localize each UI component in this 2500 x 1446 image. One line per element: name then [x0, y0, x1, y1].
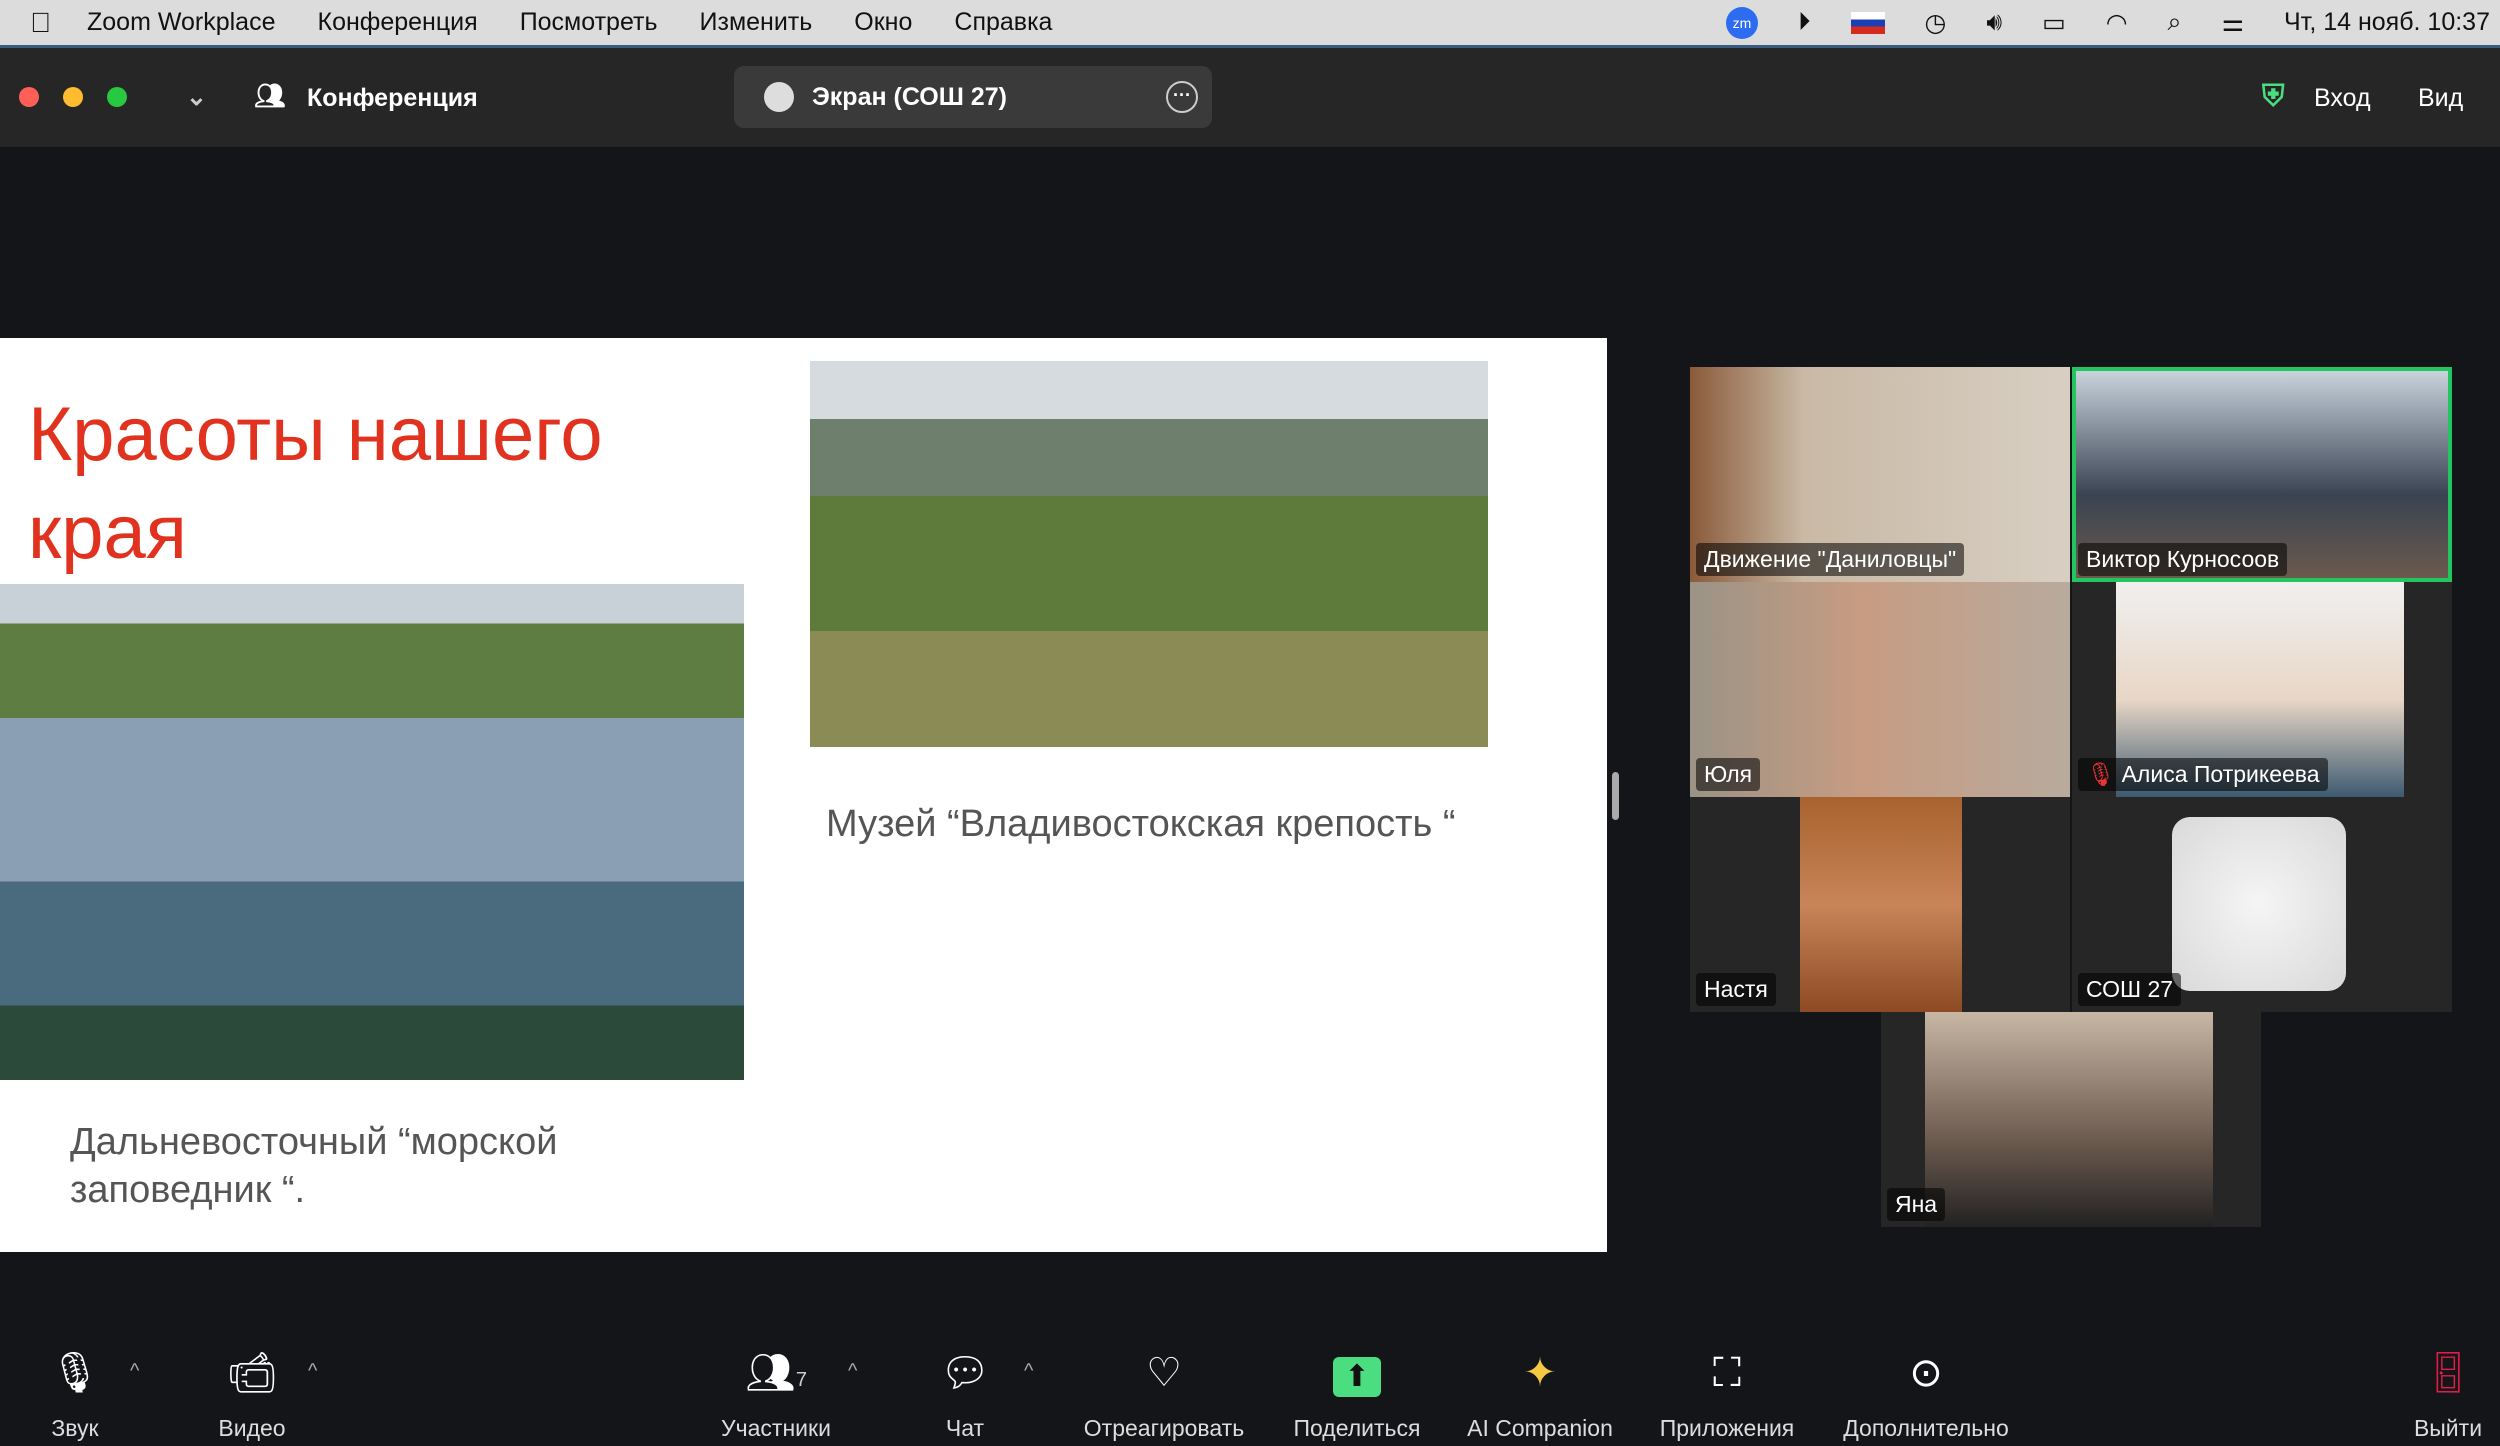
- apple-icon[interactable]: : [30, 7, 51, 39]
- participants-button[interactable]: 👥︎7 Участники: [714, 1345, 838, 1442]
- ai-companion-label: AI Companion: [1467, 1415, 1613, 1441]
- minimize-window-button[interactable]: [63, 87, 83, 107]
- more-icon: ⊙: [1909, 1351, 1943, 1395]
- audio-options-caret[interactable]: ^: [130, 1360, 139, 1383]
- chat-options-caret[interactable]: ^: [1024, 1360, 1033, 1383]
- russian-flag-icon[interactable]: [1850, 11, 1885, 34]
- sea-reserve-photo: [0, 584, 744, 1080]
- menu-view[interactable]: Посмотреть: [520, 8, 658, 37]
- share-label: Поделиться: [1293, 1415, 1421, 1441]
- caption-right: Музей “Владивостокская крепость “: [826, 803, 1456, 845]
- shared-slide: Красоты нашего края Дальневосточный “мор…: [0, 338, 1607, 1252]
- participants-label: Участники: [721, 1415, 831, 1441]
- maximize-window-button[interactable]: [107, 87, 127, 107]
- heart-icon: ♡: [1146, 1351, 1182, 1395]
- login-button[interactable]: Вход: [2314, 84, 2371, 113]
- video-camera-icon: 📹︎: [226, 1351, 278, 1395]
- participant-tile[interactable]: СОШ 27: [2072, 797, 2452, 1012]
- shield-icon: ⛨: [2262, 80, 2285, 113]
- chat-label: Чат: [945, 1415, 985, 1441]
- close-window-button[interactable]: [19, 87, 39, 107]
- chat-icon: 💬︎: [939, 1351, 991, 1395]
- zoom-tray-icon[interactable]: zm: [1725, 6, 1758, 39]
- share-button[interactable]: ⬆ Поделиться: [1284, 1345, 1430, 1442]
- battery-icon[interactable]: ▭: [2042, 8, 2066, 38]
- volume-icon[interactable]: 🔊︎: [1986, 8, 2002, 37]
- more-label: Дополнительно: [1843, 1415, 2009, 1441]
- cat-avatar-icon: [764, 82, 794, 112]
- participants-icon: 👥︎7: [745, 1351, 807, 1395]
- participant-name: Яна: [1887, 1188, 1946, 1221]
- meeting-label[interactable]: Конференция: [307, 84, 478, 113]
- share-screen-icon: ⬆: [1284, 1345, 1430, 1401]
- leave-icon: 🚪︎: [2422, 1351, 2474, 1395]
- sparkle-icon: ✦: [1523, 1351, 1557, 1395]
- participants-options-caret[interactable]: ^: [848, 1360, 857, 1383]
- chevron-down-icon[interactable]: ⌄: [186, 82, 207, 112]
- video-button[interactable]: 📹︎ Видео: [210, 1345, 294, 1442]
- participant-name: 🎙︎ Алиса Потрикеева: [2078, 758, 2328, 791]
- audio-button[interactable]: 🎙︎ Звук: [40, 1345, 110, 1442]
- control-center-icon[interactable]: ⚌: [2222, 8, 2244, 38]
- screen-share-pill[interactable]: Экран (СОШ 27) ···: [734, 66, 1212, 128]
- menu-help[interactable]: Справка: [954, 8, 1052, 37]
- more-options-icon[interactable]: ···: [1166, 81, 1198, 113]
- leave-button[interactable]: 🚪︎ Выйти: [2408, 1345, 2488, 1442]
- view-button[interactable]: Вид: [2418, 84, 2463, 113]
- screen-title: Экран (СОШ 27): [812, 82, 1007, 111]
- search-icon[interactable]: ⌕: [2168, 8, 2182, 37]
- time-machine-icon[interactable]: ◷: [1925, 8, 1947, 38]
- participant-tile[interactable]: Настя: [1690, 797, 2070, 1012]
- audio-label: Звук: [51, 1415, 99, 1441]
- participant-tile-active[interactable]: Виктор Курносоов: [2072, 367, 2452, 582]
- menu-app[interactable]: Zoom Workplace: [87, 8, 276, 37]
- participant-tile[interactable]: Движение "Даниловцы": [1690, 367, 2070, 582]
- menu-bar:  Zoom Workplace Конференция Посмотреть …: [0, 0, 2500, 48]
- apps-button[interactable]: ⛶ Приложения: [1652, 1345, 1802, 1442]
- ai-companion-button[interactable]: ✦ AI Companion: [1460, 1345, 1620, 1442]
- react-button[interactable]: ♡ Отреагировать: [1072, 1345, 1256, 1442]
- participant-tile[interactable]: Яна: [1881, 1012, 2261, 1227]
- participant-name: СОШ 27: [2078, 973, 2182, 1006]
- resize-handle[interactable]: [1612, 772, 1619, 820]
- apps-label: Приложения: [1659, 1415, 1795, 1441]
- play-icon[interactable]: ⏵: [1798, 8, 1811, 37]
- participant-name: Движение "Даниловцы": [1696, 543, 1965, 576]
- people-icon: 👥︎: [254, 82, 286, 110]
- participant-name: Виктор Курносоов: [2078, 543, 2288, 576]
- microphone-icon: 🎙︎: [49, 1351, 101, 1395]
- participant-gallery: Движение "Даниловцы" Виктор Курносоов Юл…: [1690, 367, 2452, 1228]
- participant-name: Юля: [1696, 758, 1761, 791]
- muted-mic-icon: 🎙︎: [2086, 761, 2122, 787]
- menu-window[interactable]: Окно: [854, 8, 912, 37]
- menu-conference[interactable]: Конференция: [318, 8, 478, 37]
- participants-count: 7: [795, 1369, 807, 1391]
- wifi-icon[interactable]: ◠: [2106, 8, 2128, 38]
- fortress-museum-photo: [810, 361, 1488, 747]
- meeting-toolbar: 🎙︎ Звук ^ 📹︎ Видео ^ 👥︎7 Участники ^ 💬︎ Чат …: [0, 1275, 2500, 1446]
- leave-label: Выйти: [2413, 1415, 2483, 1441]
- caption-left: Дальневосточный “морской заповедник “.: [70, 1121, 558, 1211]
- video-label: Видео: [218, 1415, 286, 1441]
- chat-button[interactable]: 💬︎ Чат: [930, 1345, 1000, 1442]
- slide-title: Красоты нашего края: [28, 392, 603, 575]
- more-button[interactable]: ⊙ Дополнительно: [1834, 1345, 2018, 1442]
- react-label: Отреагировать: [1083, 1415, 1245, 1441]
- participant-name: Настя: [1696, 973, 1776, 1006]
- participant-tile[interactable]: Юля: [1690, 582, 2070, 797]
- clock[interactable]: Чт, 14 нояб. 10:37: [2284, 8, 2490, 37]
- video-options-caret[interactable]: ^: [308, 1360, 317, 1383]
- menu-edit[interactable]: Изменить: [700, 8, 813, 37]
- apps-icon: ⛶: [1713, 1351, 1741, 1395]
- participant-tile[interactable]: 🎙︎ Алиса Потрикеева: [2072, 582, 2452, 797]
